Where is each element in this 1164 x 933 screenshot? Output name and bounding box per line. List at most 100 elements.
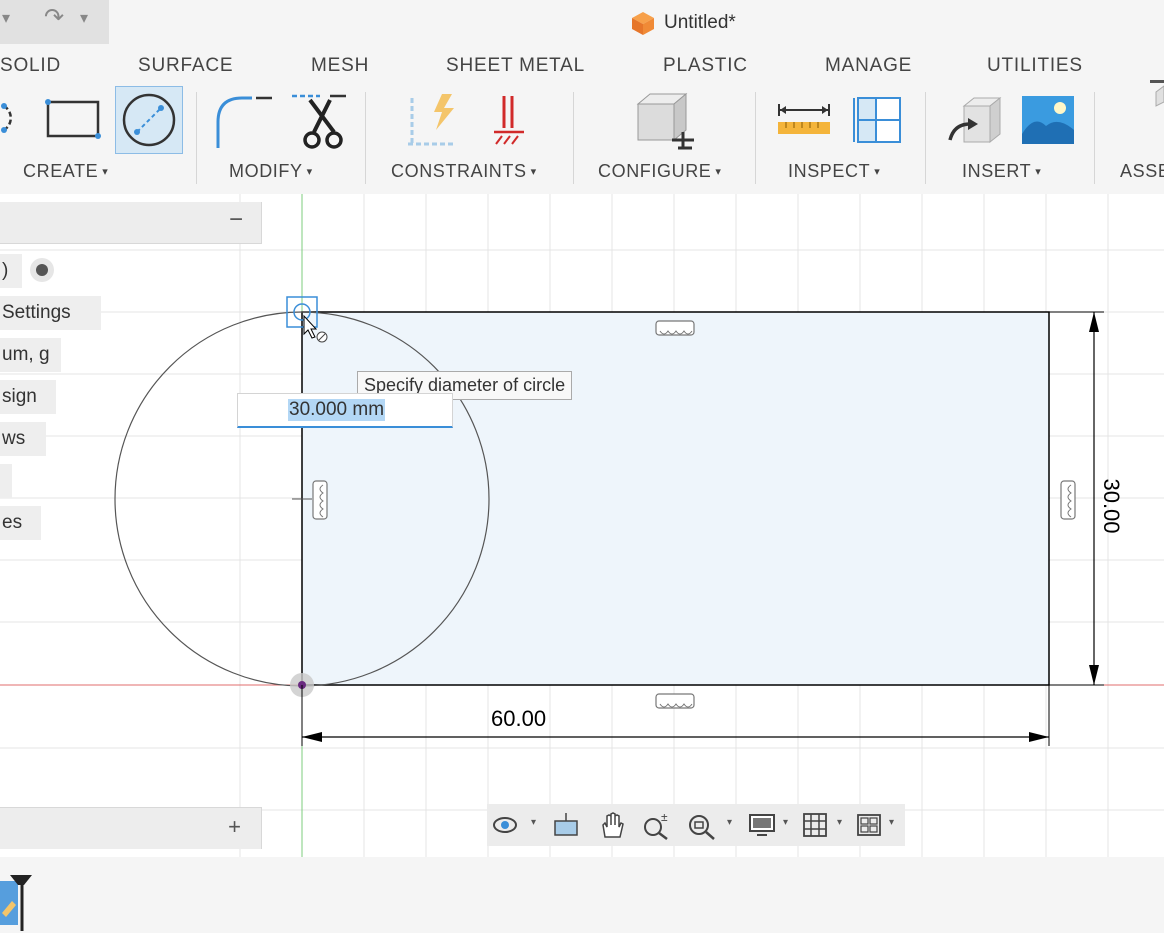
insert-menu-label: INSERT [962, 161, 1032, 181]
create-menu-label: CREATE [23, 161, 99, 181]
panel-item-label: es [2, 512, 23, 533]
modify-menu-label: MODIFY [229, 161, 303, 181]
group-divider [755, 92, 756, 184]
chevron-down-icon: ▾ [1035, 166, 1042, 178]
insert-menu[interactable]: INSERT ▾ [962, 161, 1041, 182]
arc-icon[interactable] [0, 98, 30, 138]
grid-dropdown-icon[interactable]: ▾ [837, 817, 842, 828]
tab-utilities[interactable]: UTILITIES [987, 55, 1083, 77]
rectangle-icon[interactable] [42, 96, 102, 142]
create-menu[interactable]: CREATE ▾ [23, 161, 108, 182]
constraints-menu[interactable]: CONSTRAINTS ▾ [391, 161, 537, 182]
tab-mesh[interactable]: MESH [311, 55, 369, 77]
grid-settings-icon[interactable] [801, 811, 829, 839]
inspect-menu[interactable]: INSPECT ▾ [788, 161, 880, 182]
document-title-area: Untitled* [630, 10, 736, 36]
width-dimension-label: 60.00 [491, 706, 546, 731]
insert-derive-icon[interactable] [946, 94, 1002, 150]
configure-menu[interactable]: CONFIGURE ▾ [598, 161, 722, 182]
diameter-input-value: 30.000 mm [288, 399, 386, 421]
display-dropdown-icon[interactable]: ▾ [783, 817, 788, 828]
tab-solid[interactable]: SOLID [0, 55, 61, 77]
panel-item-settings[interactable]: Settings [0, 296, 101, 330]
collapse-icon[interactable]: − [229, 206, 243, 234]
document-cube-icon [632, 12, 654, 35]
undo-dropdown-icon[interactable]: ▾ [2, 8, 10, 28]
constraints-icon[interactable] [402, 92, 464, 148]
insert-image-icon[interactable] [1020, 94, 1076, 146]
viewports-icon[interactable] [855, 811, 883, 839]
tab-manage[interactable]: MANAGE [825, 55, 912, 77]
workspace-tabs: SOLID SURFACE MESH SHEET METAL PLASTIC M… [0, 44, 1164, 86]
panel-item-partial[interactable]: ) [0, 254, 22, 288]
group-divider [573, 92, 574, 184]
viewports-dropdown-icon[interactable]: ▾ [889, 817, 894, 828]
trim-icon[interactable] [290, 92, 350, 152]
panel-item-units[interactable]: um, g [0, 338, 61, 372]
group-divider [196, 92, 197, 184]
orbit-dropdown-icon[interactable]: ▾ [531, 817, 536, 828]
panel-item-views[interactable]: ws [0, 422, 46, 456]
chevron-down-icon: ▾ [715, 166, 722, 178]
comments-panel: + [0, 807, 262, 849]
timeline-sketch-icon[interactable] [0, 873, 34, 933]
expand-icon[interactable]: + [228, 814, 241, 840]
tab-surface[interactable]: SURFACE [138, 55, 233, 77]
diameter-circle-icon [122, 93, 176, 147]
pan-icon[interactable] [597, 811, 627, 841]
panel-item-design[interactable]: sign [0, 380, 56, 414]
panel-item-sketches[interactable]: es [0, 506, 41, 540]
diameter-input[interactable]: 30.000 mm [237, 393, 453, 428]
title-bar: ▾ ↷ ▾ Untitled* [0, 0, 1164, 44]
assemble-icon[interactable] [1146, 76, 1164, 116]
panel-header: − [0, 202, 262, 244]
group-divider [365, 92, 366, 184]
svg-text:±: ± [661, 811, 668, 824]
assemble-menu-label: ASSE [1120, 161, 1164, 181]
height-dimension-label: 30.00 [1099, 478, 1124, 533]
navigation-bar: ▾ ± ▾ ▾ ▾ ▾ [487, 804, 905, 846]
panel-item-label: um, g [2, 344, 50, 365]
fusion-window: ▾ ↷ ▾ Untitled* SOLID SURFACE MESH SHEET… [0, 0, 1164, 933]
panel-item-label: sign [2, 386, 37, 407]
orbit-icon[interactable] [491, 811, 519, 839]
fit-icon[interactable] [687, 811, 717, 841]
zoom-icon[interactable]: ± [641, 811, 671, 841]
chevron-down-icon: ▾ [874, 166, 881, 178]
look-at-icon[interactable] [551, 811, 581, 839]
redo-icon[interactable]: ↷ [44, 3, 64, 32]
assemble-menu[interactable]: ASSE [1120, 161, 1164, 182]
browser-panel: − ) Settings um, g sign ws es + [0, 194, 262, 857]
configure-icon[interactable] [632, 90, 698, 152]
diameter-circle-button[interactable] [115, 86, 183, 154]
modify-menu[interactable]: MODIFY ▾ [229, 161, 313, 182]
measure-icon[interactable] [776, 102, 832, 138]
horizontal-constraint-icon [655, 320, 695, 336]
undo-redo-group: ▾ ↷ ▾ [0, 0, 109, 44]
fix-constraint-icon[interactable] [488, 92, 528, 148]
vertical-constraint-icon [312, 480, 328, 520]
panel-item-label: Settings [2, 302, 71, 323]
chevron-down-icon: ▾ [306, 166, 313, 178]
timeline-bar [0, 857, 1164, 933]
zoom-dropdown-icon[interactable]: ▾ [727, 817, 732, 828]
tab-sheet-metal[interactable]: SHEET METAL [446, 55, 585, 77]
rectangle-profile [301, 311, 1050, 686]
panel-item-blank[interactable] [0, 464, 12, 498]
tab-plastic[interactable]: PLASTIC [663, 55, 748, 77]
sketch-canvas[interactable]: 60.00 30.00 − ) Settings um, g sign ws e… [0, 194, 1164, 857]
chevron-down-icon: ▾ [102, 166, 109, 178]
vertical-constraint-icon [1060, 480, 1076, 520]
active-radio-icon[interactable] [30, 258, 54, 282]
group-divider [925, 92, 926, 184]
section-analysis-icon[interactable] [852, 94, 904, 146]
chevron-down-icon: ▾ [530, 166, 537, 178]
group-divider [1094, 92, 1095, 184]
constraints-menu-label: CONSTRAINTS [391, 161, 527, 181]
display-settings-icon[interactable] [747, 811, 777, 839]
fillet-icon[interactable] [212, 92, 276, 150]
panel-item-label: ws [2, 428, 26, 449]
inspect-menu-label: INSPECT [788, 161, 871, 181]
redo-dropdown-icon[interactable]: ▾ [80, 8, 88, 28]
toolbar: CREATE ▾ MODIFY ▾ CONSTRAINTS ▾ CONFIGUR… [0, 80, 1164, 194]
